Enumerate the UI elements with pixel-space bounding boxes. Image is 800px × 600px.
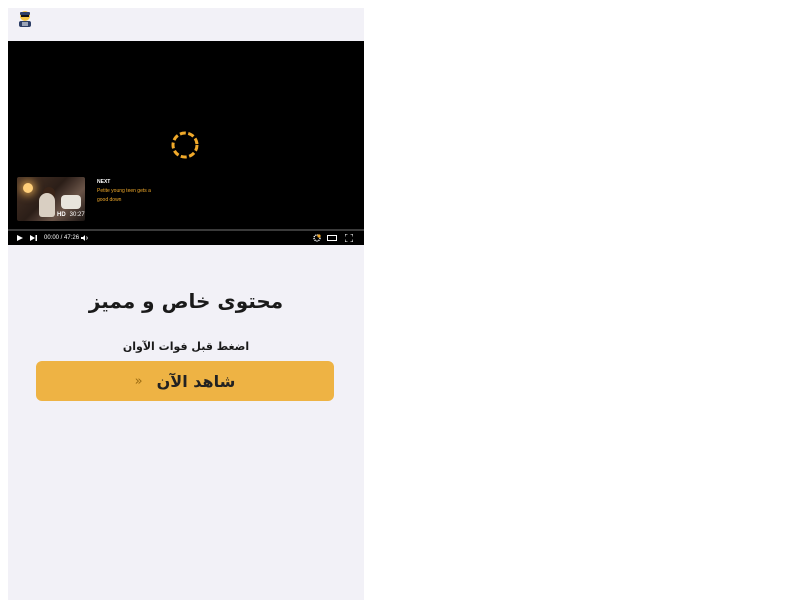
play-icon[interactable] <box>17 235 23 241</box>
fullscreen-icon[interactable] <box>345 234 353 242</box>
promo-headline: محتوى خاص و مميز <box>88 289 284 313</box>
loading-spinner-icon <box>171 131 199 159</box>
mobile-page: HD 30:27 NEXT Petite young teen gets a go… <box>8 8 364 600</box>
volume-icon[interactable] <box>81 235 90 241</box>
thumbnail-pillow <box>61 195 81 209</box>
top-bar <box>8 8 364 41</box>
next-video-card[interactable]: HD 30:27 NEXT Petite young teen gets a go… <box>17 177 177 223</box>
next-label: NEXT <box>97 179 111 185</box>
theater-mode-icon[interactable] <box>327 235 337 241</box>
time-display: 00:00 / 47:26 <box>44 235 80 241</box>
player-controls: 00:00 / 47:26 <box>8 231 364 245</box>
thumbnail-figure <box>39 193 55 217</box>
next-video-thumbnail[interactable]: HD 30:27 <box>17 177 85 221</box>
watch-now-label: شاهد الآن <box>156 371 236 391</box>
duration-badge: HD 30:27 <box>57 211 85 220</box>
watch-now-button[interactable]: » شاهد الآن <box>36 361 334 401</box>
skip-next-icon[interactable] <box>30 235 37 241</box>
settings-gear-icon[interactable] <box>313 234 321 242</box>
video-player[interactable]: HD 30:27 NEXT Petite young teen gets a go… <box>8 41 364 245</box>
next-duration: 30:27 <box>69 212 85 218</box>
hacker-icon[interactable] <box>16 10 34 28</box>
hd-badge: HD <box>57 212 66 218</box>
thumbnail-lamp <box>23 183 33 193</box>
next-video-title[interactable]: Petite young teen gets a good down <box>97 187 159 205</box>
promo-subline: اضغط قبل فوات الآوان <box>122 340 250 353</box>
double-arrow-icon: » <box>134 373 143 389</box>
